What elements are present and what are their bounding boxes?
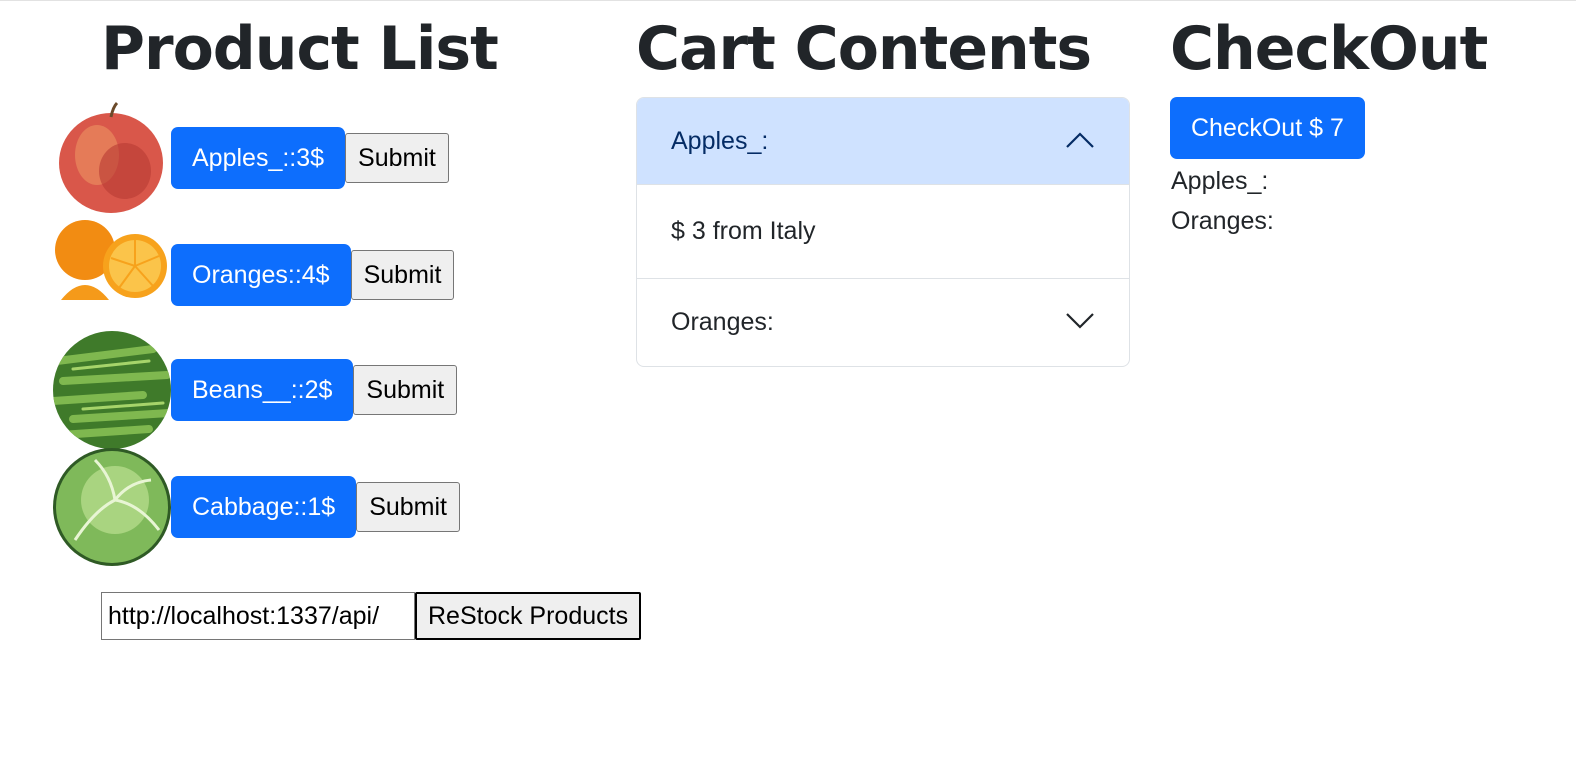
apple-image	[53, 99, 171, 217]
product-row-apples: Apples_::3$ Submit	[53, 99, 449, 217]
checkout-button[interactable]: CheckOut $ 7	[1170, 97, 1365, 159]
accordion-label-apples: Apples_:	[671, 127, 769, 155]
product-list-column: Product List	[101, 1, 621, 85]
accordion-label-oranges: Oranges:	[671, 308, 774, 336]
submit-button-beans[interactable]: Submit	[353, 365, 458, 415]
checkout-item-oranges: Oranges:	[1171, 207, 1274, 235]
checkout-list: Apples_: Oranges:	[1171, 161, 1274, 241]
apples-detail-text: $ 3 from Italy	[671, 217, 816, 245]
orange-image	[53, 216, 171, 334]
beans-image	[53, 331, 171, 449]
accordion-header-apples[interactable]: Apples_:	[637, 98, 1129, 185]
checkout-column: CheckOut CheckOut $ 7 Apples_: Oranges:	[1170, 1, 1550, 235]
cart-accordion: Apples_: $ 3 from Italy Oranges:	[636, 97, 1130, 367]
api-url-input[interactable]	[101, 592, 415, 640]
submit-button-cabbage[interactable]: Submit	[356, 482, 460, 532]
product-button-oranges[interactable]: Oranges::4$	[171, 244, 351, 306]
submit-button-apples[interactable]: Submit	[345, 133, 449, 183]
chevron-down-icon	[1065, 308, 1095, 337]
product-row-cabbage: Cabbage::1$ Submit	[53, 448, 460, 566]
product-button-beans[interactable]: Beans__::2$	[171, 359, 354, 421]
checkout-item-apples: Apples_:	[1171, 167, 1269, 195]
cabbage-image	[53, 448, 171, 566]
restock-form: ReStock Products	[101, 592, 642, 640]
checkout-title: CheckOut	[1170, 14, 1488, 84]
cart-contents-column: Cart Contents Apples_: $ 3 from Italy Or…	[636, 1, 1130, 367]
accordion-header-oranges[interactable]: Oranges:	[637, 279, 1129, 366]
chevron-up-icon	[1065, 127, 1095, 156]
submit-button-oranges[interactable]: Submit	[350, 250, 455, 300]
restock-products-button[interactable]: ReStock Products	[415, 592, 642, 640]
cart-contents-title: Cart Contents	[636, 14, 1092, 84]
product-button-apples[interactable]: Apples_::3$	[171, 127, 346, 189]
product-button-cabbage[interactable]: Cabbage::1$	[171, 476, 357, 538]
product-row-beans: Beans__::2$ Submit	[53, 331, 458, 449]
accordion-body-apples: $ 3 from Italy	[637, 185, 1129, 279]
product-row-oranges: Oranges::4$ Submit	[53, 216, 455, 334]
product-list-title: Product List	[101, 14, 499, 84]
